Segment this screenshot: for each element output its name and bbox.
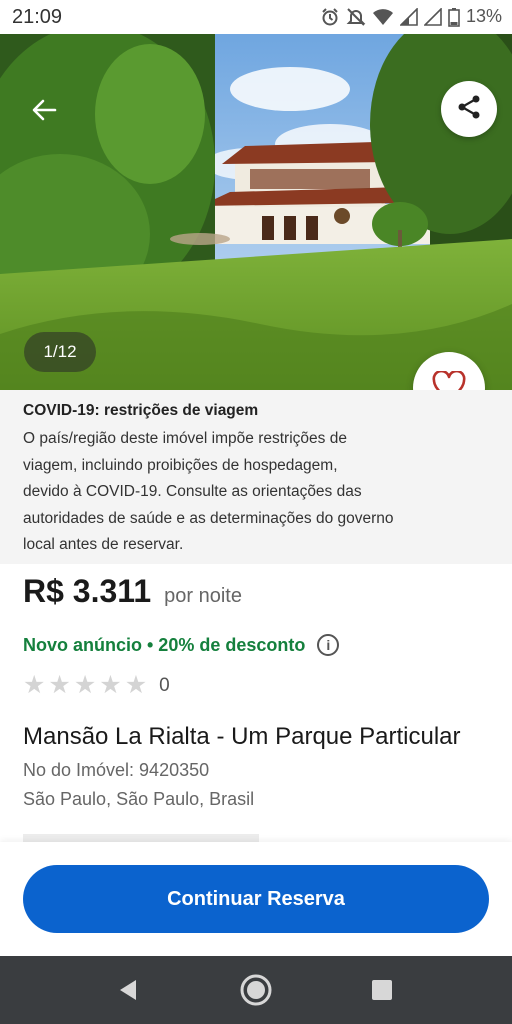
signal-icon [399,7,418,26]
covid-notice-title: COVID-19: restrições de viagem [23,402,259,419]
content-peek-divider [23,834,259,842]
covid-notice: COVID-19: restrições de viagem O país/re… [0,390,512,564]
nightly-price: R$ 3.311 [23,573,152,609]
star-icon: ★ [73,671,97,699]
arrow-left-icon [31,97,57,128]
promo-text: Novo anúncio • 20% de desconto [23,634,306,655]
system-nav-bar [0,956,512,1024]
photo-counter: 1/12 [24,332,96,372]
nav-back-button[interactable] [110,974,146,1010]
status-bar: 21:09 13% [0,0,512,34]
home-circle-icon [239,973,273,1012]
star-icon: ★ [99,671,122,699]
photo-counter-text: 1/12 [43,342,77,361]
promo-row: Novo anúncio • 20% de desconto i [23,634,340,656]
review-count: 0 [159,674,170,696]
nav-recents-button[interactable] [364,974,400,1010]
covid-notice-line: autoridades de saúde e as determinações … [23,509,394,527]
star-rating: ★ ★ ★ ★ ★ [23,673,147,698]
status-icons: 13% [320,6,502,27]
rating-row: ★ ★ ★ ★ ★ 0 [23,673,170,698]
info-icon[interactable]: i [317,634,340,656]
back-triangle-icon [117,978,139,1007]
covid-notice-line: local antes de reservar. [23,536,184,553]
price-row: R$ 3.311 por noite [23,573,242,610]
property-id: No do Imóvel: 9420350 [23,760,210,780]
alarm-icon [320,7,340,27]
star-icon: ★ [23,671,46,699]
status-time: 21:09 [12,6,63,28]
back-button[interactable] [24,92,64,132]
share-button[interactable] [441,81,497,137]
covid-notice-line: devido à COVID-19. Consulte as orientaçõ… [23,483,362,500]
property-location: São Paulo, São Paulo, Brasil [23,789,255,809]
share-icon [455,93,483,126]
battery-icon [448,7,460,27]
listing-photo[interactable]: 1/12 [0,34,512,390]
wifi-icon [372,8,394,26]
signal-icon [423,7,442,26]
property-title: Mansão La Rialta - Um Parque Particular [23,723,461,750]
covid-notice-body: O país/região deste imóvel impõe restriç… [23,426,423,559]
mute-icon [346,7,366,27]
star-icon: ★ [124,671,148,699]
nav-home-button[interactable] [238,974,274,1010]
continue-booking-label: Continuar Reserva [167,887,345,910]
price-unit: por noite [164,585,242,607]
recents-square-icon [371,979,393,1006]
continue-booking-button[interactable]: Continuar Reserva [23,865,489,933]
star-icon: ★ [48,671,71,699]
covid-notice-line: O país/região deste imóvel impõe restriç… [23,430,347,447]
battery-percent: 13% [465,6,502,26]
covid-notice-line: viagem, incluindo proibições de hospedag… [23,456,338,474]
